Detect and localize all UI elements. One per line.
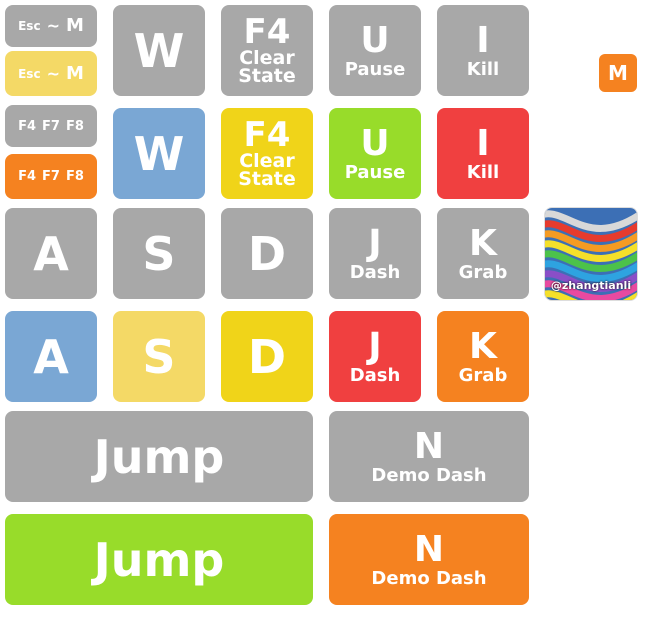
a-label: A [33,329,69,384]
clear-label: Clear [239,46,295,69]
demo-dash-label: Demo Dash [371,567,487,589]
i-kill-key-gray: I Kill [437,5,529,96]
avatar: @zhangtianli [544,207,638,301]
clear-label: Clear [239,149,295,172]
w-key-gray: W [113,5,205,96]
u-pause-key-gray: U Pause [329,5,421,96]
a-key-blue: A [5,311,97,402]
f4-small-label: F4 [18,169,37,184]
a-label: A [33,226,69,281]
kill-label: Kill [466,58,500,80]
f8-small-label: F8 [65,118,84,134]
m-label: M [65,62,84,84]
f4-f7-f8-key-orange: F4 F7 F8 [5,154,97,199]
j-label: J [368,325,382,367]
j-dash-key-gray: J Dash [329,208,421,299]
f8-small-label: F8 [65,169,84,184]
dash-label: Dash [349,261,401,283]
pause-label: Pause [344,161,406,183]
w-label: W [133,23,185,78]
esc-label: Esc [18,19,41,33]
n-demo-dash-key-gray: N Demo Dash [329,411,529,502]
state-label: State [238,64,296,87]
grab-label: Grab [458,261,508,283]
f7-small-label: F7 [42,169,60,184]
m-logo-letter: M [608,61,628,85]
demo-dash-label: Demo Dash [371,464,487,486]
jump-label: Jump [93,532,225,587]
i-label: I [476,19,490,61]
u-pause-key-green: U Pause [329,108,421,199]
f4-f7-f8-key-gray: F4 F7 F8 [5,105,97,147]
n-demo-dash-key-orange: N Demo Dash [329,514,529,605]
kill-label: Kill [466,161,500,183]
j-label: J [368,222,382,264]
f4-clear-state-key-yellow: F4 Clear State [221,108,313,199]
f4-clear-state-key-gray: F4 Clear State [221,5,313,96]
k-label: K [469,222,497,264]
m-logo-icon: M [599,54,637,92]
avatar-caption: @zhangtianli [550,279,632,292]
esc-tilde-m-key-gray: Esc ~ M [5,5,97,47]
j-dash-key-red: J Dash [329,311,421,402]
a-key-gray: A [5,208,97,299]
s-key-gray: S [113,208,205,299]
k-label: K [469,325,497,367]
m-label: M [65,15,84,36]
esc-tilde-m-key-yellow: Esc ~ M [5,51,97,96]
jump-key-green: Jump [5,514,313,605]
f4-label: F4 [243,12,291,53]
w-key-blue: W [113,108,205,199]
s-key-yellow: S [113,311,205,402]
jump-key-gray: Jump [5,411,313,502]
d-key-yellow: D [221,311,313,402]
tilde-label: ~ [46,63,60,83]
k-grab-key-gray: K Grab [437,208,529,299]
state-label: State [238,167,296,190]
s-label: S [142,329,176,384]
n-label: N [413,425,445,467]
tilde-label: ~ [46,16,60,35]
f4-label: F4 [243,115,291,156]
d-key-gray: D [221,208,313,299]
k-grab-key-orange: K Grab [437,311,529,402]
jump-label: Jump [93,429,225,484]
i-kill-key-red: I Kill [437,108,529,199]
s-label: S [142,226,176,281]
d-label: D [247,329,287,384]
u-label: U [360,122,390,164]
u-label: U [360,19,390,61]
d-label: D [247,226,287,281]
w-label: W [133,126,185,181]
f4-small-label: F4 [18,118,37,134]
grab-label: Grab [458,364,508,386]
n-label: N [413,528,445,570]
esc-label: Esc [18,66,41,81]
pause-label: Pause [344,58,406,80]
i-label: I [476,122,490,164]
f7-small-label: F7 [42,118,60,134]
dash-label: Dash [349,364,401,386]
